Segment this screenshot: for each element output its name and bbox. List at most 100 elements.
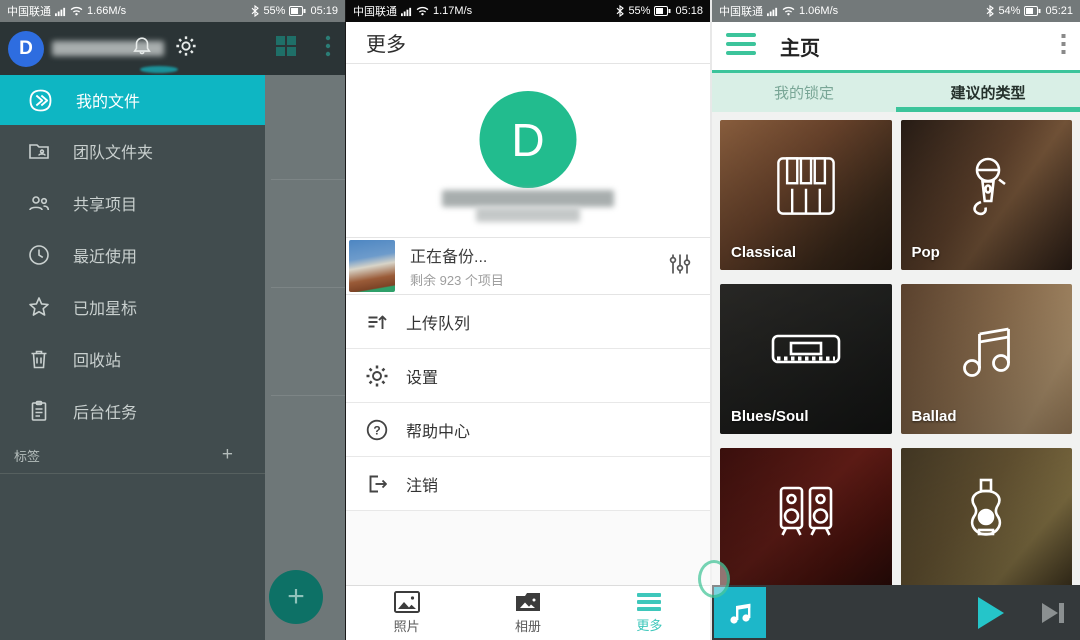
guitar-icon [948,476,1024,552]
overflow-menu-icon[interactable] [1061,34,1066,59]
upload-queue-icon [365,310,389,334]
drawer-item-starred[interactable]: 已加星标 [0,281,265,333]
tab-photos[interactable]: 照片 [346,586,467,640]
battery-percent-label: 54% [998,5,1020,17]
signal-icon [767,6,778,17]
settings-gear-icon[interactable] [175,35,197,62]
battery-icon [1024,6,1041,16]
screenshot-collage: 中国联通 1.66M/s 55% 05:19 D [0,0,1080,640]
piano-icon [768,151,844,221]
drawer-item-my-files[interactable]: 我的文件 [0,75,265,125]
tab-albums[interactable]: 相册 [467,586,588,640]
genre-card-grid: Classical Pop Blues/Soul Ballad [712,115,1080,640]
bluetooth-icon [986,5,994,17]
help-icon: ? [365,418,389,442]
clock-icon [27,243,51,267]
menu-item-upload-queue[interactable]: 上传队列 [346,295,710,349]
net-speed-label: 1.06M/s [799,5,838,17]
harmonica-icon [767,312,845,388]
more-hamburger-icon [636,592,662,612]
clock-label: 05:21 [1045,5,1073,17]
menu-hamburger-icon[interactable] [726,33,756,60]
genre-card-label: Pop [912,244,940,261]
wifi-icon [416,6,429,16]
play-button[interactable] [976,596,1006,630]
avatar[interactable]: D [480,91,577,188]
drawer-item-label: 已加星标 [73,295,137,319]
dimmed-row-divider [271,287,345,288]
menu-item-logout[interactable]: 注销 [346,457,710,511]
music-note-icon [948,312,1024,388]
star-icon [27,295,51,319]
music-home-screen: 中国联通 1.06M/s 54% 05:21 主页 我的锁定 建议的类型 Cla… [710,0,1080,640]
add-tag-button[interactable]: + [222,444,251,466]
app-logo-icon [27,88,54,113]
albums-icon [515,591,541,613]
profile-section: D [346,64,710,237]
watermark-circle [698,560,730,598]
drawer-item-recent[interactable]: 最近使用 [0,229,265,281]
notifications-bell-icon[interactable] [131,35,153,62]
tags-section-header: 标签 + [0,441,265,469]
team-folder-icon [27,139,51,163]
status-bar: 中国联通 1.66M/s 55% 05:19 [0,0,345,22]
svg-text:?: ? [373,423,380,437]
avatar[interactable]: D [8,31,44,67]
skip-next-button[interactable] [1040,600,1066,626]
genre-card-label: Ballad [912,408,957,425]
tab-my-locked[interactable]: 我的锁定 [712,73,896,112]
battery-icon [654,6,671,16]
genre-card-classical[interactable]: Classical [720,120,892,270]
menu-item-label: 上传队列 [406,310,470,334]
tab-label: 我的锁定 [774,82,834,103]
drawer-item-label: 共享项目 [73,191,137,215]
speakers-icon [768,476,844,552]
carrier-label: 中国联通 [7,3,51,19]
bottom-tab-bar: 照片 相册 更多 [346,585,710,640]
redacted-username [442,190,614,207]
drawer-item-trash[interactable]: 回收站 [0,333,265,385]
cloud-drive-screen: 中国联通 1.66M/s 55% 05:19 D [0,0,345,640]
drawer-item-label: 团队文件夹 [73,139,153,163]
battery-percent-label: 55% [263,5,285,17]
trash-icon [27,347,51,371]
net-speed-label: 1.66M/s [87,5,126,17]
dimmed-row-divider [271,179,345,180]
photos-icon [394,591,420,613]
drawer-item-team-folders[interactable]: 团队文件夹 [0,125,265,177]
more-screen: 中国联通 1.17M/s 55% 05:18 更多 D 正在备份... 剩余 9… [345,0,710,640]
menu-item-settings[interactable]: 设置 [346,349,710,403]
backup-subtitle: 剩余 923 个项目 [410,270,653,289]
microphone-icon [948,148,1024,224]
tab-more[interactable]: 更多 [589,586,710,640]
wifi-icon [782,6,795,16]
page-title: 主页 [780,32,1037,61]
carrier-label: 中国联通 [353,3,397,19]
grid-view-icon[interactable] [275,35,297,62]
app-header: D [0,22,345,75]
tab-label: 相册 [515,616,541,635]
tab-label: 照片 [394,616,420,635]
add-fab-button[interactable]: + [269,570,323,624]
decorative-swoosh [140,66,178,73]
drawer-item-shared-projects[interactable]: 共享项目 [0,177,265,229]
menu-item-help-center[interactable]: ? 帮助中心 [346,403,710,457]
genre-card-speakers[interactable] [720,448,892,598]
tab-label: 建议的类型 [950,82,1025,103]
mini-player-bar [712,585,1080,640]
genre-card-pop[interactable]: Pop [901,120,1073,270]
overflow-menu-icon[interactable] [325,35,331,62]
genre-card-ballad[interactable]: Ballad [901,284,1073,434]
genre-card-guitar[interactable] [901,448,1073,598]
clock-label: 05:19 [310,5,338,17]
backup-status-row[interactable]: 正在备份... 剩余 923 个项目 [346,237,710,295]
backup-settings-sliders-icon[interactable] [668,252,692,281]
genre-card-blues-soul[interactable]: Blues/Soul [720,284,892,434]
drawer-scrim[interactable]: + [265,75,345,640]
navigation-drawer: 我的文件 团队文件夹 共享项目 最近使用 已加星标 回收站 [0,75,265,640]
drawer-item-label: 我的文件 [76,88,140,112]
music-note-icon [726,599,754,627]
drawer-item-background-tasks[interactable]: 后台任务 [0,385,265,437]
tab-bar: 我的锁定 建议的类型 [712,70,1080,112]
page-title: 更多 [346,22,710,64]
